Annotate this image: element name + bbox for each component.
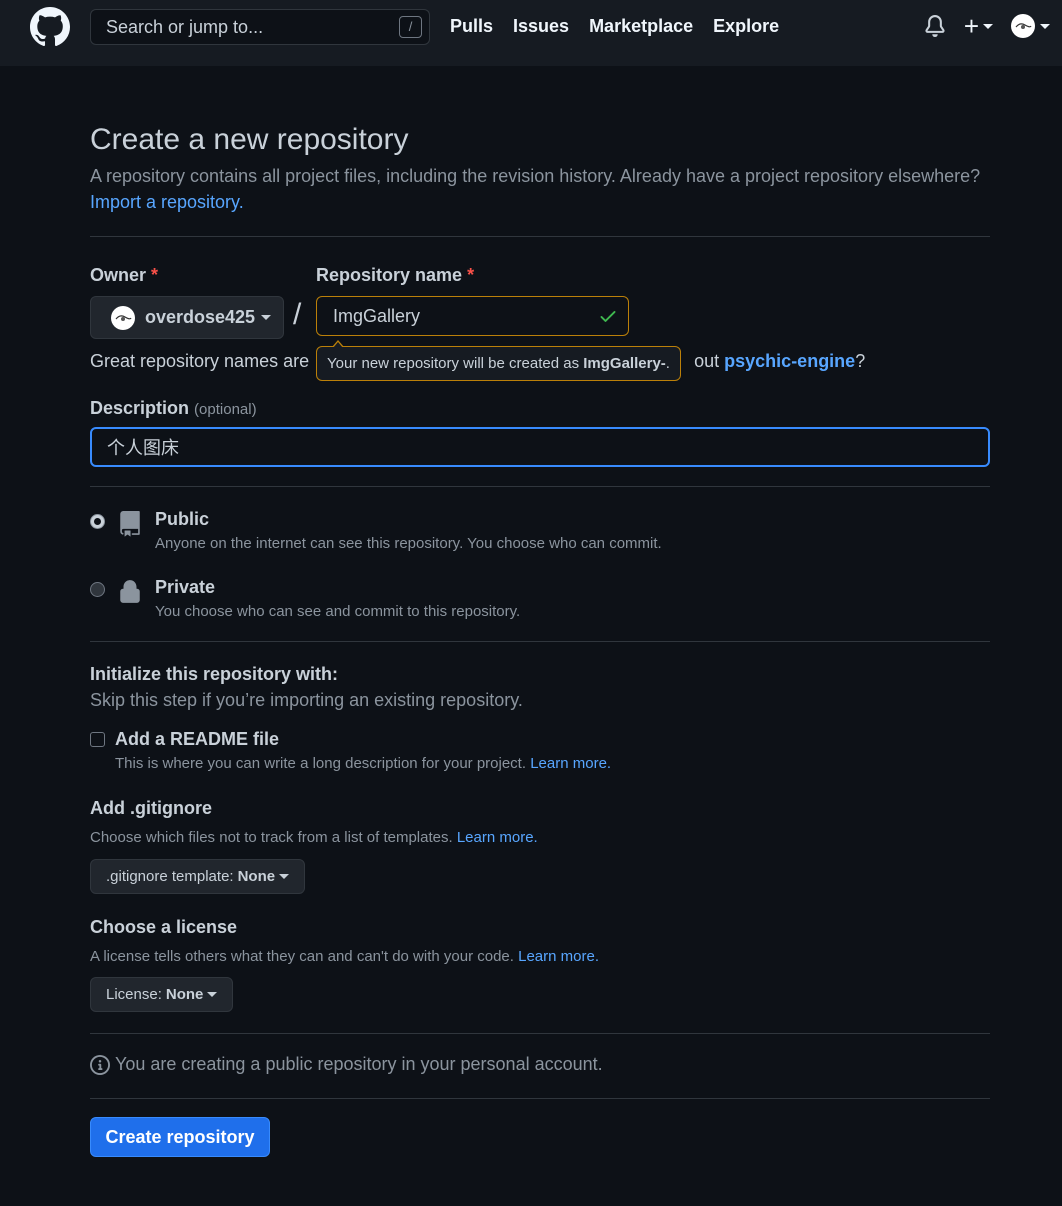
repository-name-value: ImgGallery (333, 305, 421, 326)
chevron-down-icon (983, 23, 993, 29)
init-section-note: Skip this step if you’re importing an ex… (90, 690, 523, 710)
readme-option-text: Add a README file This is where you can … (115, 729, 611, 772)
description-label: Description (optional) (90, 398, 257, 418)
gitignore-template-dropdown[interactable]: .gitignore template: None (90, 859, 306, 894)
chevron-down-icon (207, 992, 218, 997)
info-icon (90, 1054, 110, 1075)
readme-option[interactable]: Add a README file This is where you can … (90, 729, 611, 772)
divider (90, 1098, 990, 1099)
visibility-option-public[interactable]: Public Anyone on the internet can see th… (90, 509, 662, 552)
public-radio[interactable] (90, 514, 105, 529)
info-notice: You are creating a public repository in … (90, 1054, 603, 1075)
repository-name-tooltip: Your new repository will be created as I… (316, 340, 681, 381)
readme-checkbox[interactable] (90, 732, 105, 747)
search-placeholder: Search or jump to... (106, 16, 264, 37)
divider (90, 236, 990, 237)
license-select-value: None (165, 986, 204, 1003)
divider (90, 486, 990, 487)
header-actions: + (924, 11, 1050, 41)
repository-name-input[interactable]: ImgGallery (316, 296, 629, 336)
gitignore-description: Choose which files not to track from a l… (90, 829, 538, 846)
readme-description: This is where you can write a long descr… (115, 755, 612, 772)
github-logo-icon[interactable] (30, 7, 70, 47)
nav-pulls[interactable]: Pulls (450, 16, 493, 37)
check-icon (600, 311, 616, 322)
license-dropdown[interactable]: License: None (90, 977, 234, 1012)
page-subtitle: A repository contains all project files,… (90, 163, 990, 215)
search-shortcut-key: / (399, 16, 422, 38)
private-option-text: Private You choose who can see and commi… (155, 577, 520, 620)
description-value: 个人图床 (107, 438, 179, 458)
license-learn-more-link[interactable]: Learn more. (518, 948, 599, 965)
public-option-text: Public Anyone on the internet can see th… (155, 509, 662, 552)
info-text: You are creating a public repository in … (115, 1054, 603, 1074)
page-title: Create a new repository (90, 123, 409, 156)
nav-explore[interactable]: Explore (713, 16, 779, 37)
search-input[interactable]: Search or jump to... / (90, 9, 430, 45)
owner-dropdown[interactable]: overdose425 (90, 296, 284, 339)
repo-icon (120, 511, 140, 537)
create-repository-button[interactable]: Create repository (90, 1117, 270, 1157)
import-repository-link[interactable]: Import a repository. (90, 192, 244, 212)
create-new-dropdown[interactable]: + (963, 11, 993, 41)
private-title: Private (155, 577, 216, 597)
chevron-down-icon (261, 315, 272, 320)
repository-name-label: Repository name * (316, 265, 475, 285)
divider (90, 1033, 990, 1034)
optional-tag: (optional) (194, 401, 257, 418)
private-radio[interactable] (90, 582, 105, 597)
init-section-title: Initialize this repository with: (90, 664, 339, 684)
public-title: Public (155, 509, 210, 529)
private-description: You choose who can see and commit to thi… (155, 603, 521, 620)
nav-marketplace[interactable]: Marketplace (589, 16, 693, 37)
tooltip-repo-name: ImgGallery- (583, 355, 666, 372)
visibility-option-private[interactable]: Private You choose who can see and commi… (90, 577, 520, 620)
license-title: Choose a license (90, 917, 238, 937)
user-menu-dropdown[interactable] (1011, 14, 1050, 38)
lock-icon (120, 580, 140, 603)
plus-icon: + (963, 11, 979, 41)
chevron-down-icon (279, 874, 290, 879)
suggested-name-link[interactable]: psychic-engine (724, 351, 855, 371)
description-input[interactable]: 个人图床 (90, 427, 990, 467)
owner-repo-separator: / (293, 298, 302, 331)
chevron-down-icon (1040, 23, 1050, 29)
owner-name: overdose425 (145, 307, 256, 327)
license-select-label: License: (106, 986, 162, 1003)
avatar (111, 305, 135, 330)
public-description: Anyone on the internet can see this repo… (155, 535, 662, 552)
nav-issues[interactable]: Issues (513, 16, 569, 37)
readme-learn-more-link[interactable]: Learn more. (530, 755, 611, 772)
divider (90, 641, 990, 642)
required-mark: * (467, 265, 475, 285)
top-header: Search or jump to... / Pulls Issues Mark… (0, 0, 1062, 66)
subtitle-text: A repository contains all project files,… (90, 166, 981, 186)
avatar (1011, 14, 1035, 38)
gitignore-select-value: None (237, 868, 276, 885)
bell-icon[interactable] (924, 14, 946, 38)
gitignore-learn-more-link[interactable]: Learn more. (457, 829, 538, 846)
license-description: A license tells others what they can and… (90, 948, 599, 965)
owner-label: Owner * (90, 265, 159, 285)
gitignore-title: Add .gitignore (90, 798, 212, 818)
gitignore-select-label: .gitignore template: (106, 868, 234, 885)
readme-title: Add a README file (115, 729, 280, 749)
main-nav: Pulls Issues Marketplace Explore (450, 16, 779, 37)
required-mark: * (151, 265, 159, 285)
